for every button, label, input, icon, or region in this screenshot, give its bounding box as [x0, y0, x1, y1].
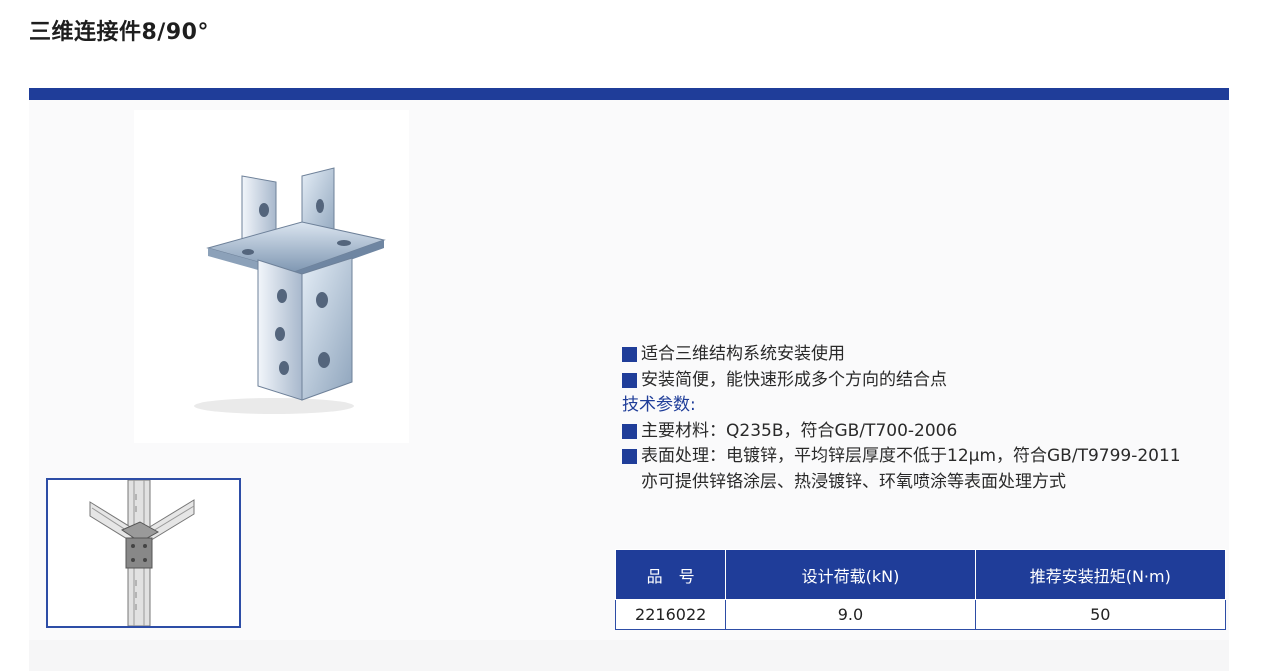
- feature-text: 技术参数:: [622, 395, 696, 415]
- panel-footer-strip: [29, 640, 1229, 671]
- list-item: 主要材料：Q235B，符合GB/T700-2006: [622, 419, 1242, 445]
- square-bullet-icon: [622, 372, 637, 388]
- list-item: 安装简便，能快速形成多个方向的结合点: [622, 368, 1242, 394]
- product-thumbnail[interactable]: [46, 478, 241, 628]
- list-item: 表面处理：电镀锌，平均锌层厚度不低于12μm，符合GB/T9799-2011 亦可…: [622, 444, 1242, 495]
- col-header-part-number: 品 号: [614, 549, 727, 600]
- product-panel: 适合三维结构系统安装使用安装简便，能快速形成多个方向的结合点技术参数: 主要材料：…: [29, 100, 1229, 671]
- cell-design-load: 9.0: [725, 599, 976, 630]
- feature-text: 表面处理：电镀锌，平均锌层厚度不低于12μm，符合GB/T9799-2011: [641, 446, 1181, 466]
- header-divider-bar: [29, 88, 1229, 100]
- feature-heading: 技术参数:: [622, 393, 1242, 419]
- square-bullet-icon: [622, 347, 637, 362]
- assembly-illustration: [89, 479, 195, 627]
- feature-text: 主要材料：Q235B，符合GB/T700-2006: [641, 420, 958, 441]
- spec-table-header-row: 品 号 设计荷载(kN) 推荐安装扭矩(N·m): [614, 549, 1227, 600]
- square-bullet-icon: [622, 423, 637, 439]
- page-title: 三维连接件8/90°: [29, 20, 209, 45]
- spec-table: 品 号 设计荷载(kN) 推荐安装扭矩(N·m) 2216022 9.0 50: [614, 549, 1227, 630]
- feature-text: 安装简便，能快速形成多个方向的结合点: [641, 369, 947, 390]
- square-bullet-icon: [622, 449, 637, 464]
- connector-illustration: [194, 167, 386, 414]
- feature-text: 适合三维结构系统安装使用: [641, 344, 845, 364]
- col-header-torque: 推荐安装扭矩(N·m): [974, 549, 1227, 600]
- table-row: 2216022 9.0 50: [614, 599, 1227, 630]
- product-main-image: [134, 110, 409, 443]
- cell-part-number: 2216022: [614, 599, 727, 630]
- feature-text-continuation: 亦可提供锌铬涂层、热浸镀锌、环氧喷涂等表面处理方式: [641, 471, 1066, 492]
- list-item: 适合三维结构系统安装使用: [622, 342, 1242, 368]
- col-header-design-load: 设计荷载(kN): [725, 549, 976, 600]
- feature-list: 适合三维结构系统安装使用安装简便，能快速形成多个方向的结合点技术参数: 主要材料：…: [622, 342, 1242, 495]
- cell-torque: 50: [974, 599, 1227, 630]
